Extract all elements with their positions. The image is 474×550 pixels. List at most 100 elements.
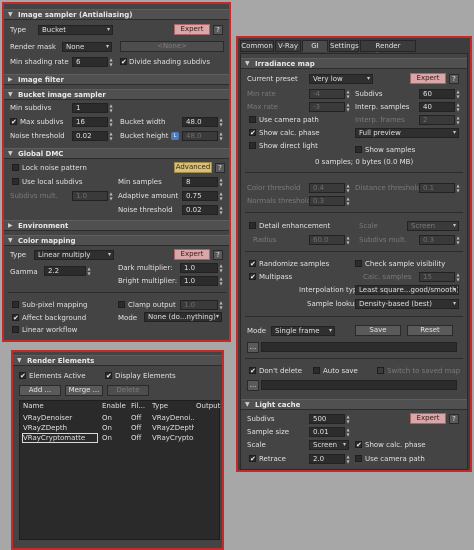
advanced-mode-button[interactable]: Advanced [174,162,212,173]
tab-gi[interactable]: GI [302,40,328,52]
irradiance-mode-dropdown[interactable]: Single frame ▾ [271,326,335,336]
spinner-arrows-icon[interactable]: ▲ ▼ [345,102,351,112]
spinner-arrows-icon[interactable]: ▲ ▼ [86,266,92,276]
dont-delete-checkbox[interactable]: ✔ [249,367,256,375]
use-local-subdivs-checkbox[interactable] [12,178,19,185]
help-button[interactable]: ? [213,250,223,260]
spinner-arrows-icon[interactable]: ▲ ▼ [455,272,461,282]
render-mask-dropdown[interactable]: None ▾ [62,42,112,52]
subdivs-mult-input[interactable]: 1.0 [72,191,108,201]
dmc-noise-threshold-input[interactable]: 0.02 [182,205,218,215]
section-color-mapping[interactable]: ▼ Color mapping [4,235,229,246]
irradiance-subdivs-input[interactable]: 60 [419,89,455,99]
spinner-arrows-icon[interactable]: ▲ ▼ [455,183,461,193]
color-mapping-type-dropdown[interactable]: Linear multiply ▾ [34,250,114,260]
interp-samples-input[interactable]: 40 [419,102,455,112]
column-header-type[interactable]: Type [152,401,194,411]
divide-shading-subdivs-checkbox[interactable]: ✔ [120,58,127,66]
noise-threshold-input[interactable]: 0.02 [72,131,108,141]
min-samples-input[interactable]: 8 [182,177,218,187]
spinner-arrows-icon[interactable]: ▲ ▼ [218,131,224,141]
bucket-width-input[interactable]: 48.0 [182,117,218,127]
elements-active-checkbox[interactable]: ✔ [19,372,26,380]
gamma-input[interactable]: 2.2 [44,266,86,276]
spinner-arrows-icon[interactable]: ▲ ▼ [108,57,114,67]
show-direct-light-checkbox[interactable] [249,142,256,149]
help-button[interactable]: ? [449,414,459,424]
spinner-arrows-icon[interactable]: ▲ ▼ [345,454,351,464]
column-header-filter[interactable]: Fil... [131,401,149,411]
light-cache-show-calc-checkbox[interactable]: ✔ [355,441,362,449]
interpolation-type-dropdown[interactable]: Least square...good/smooth) ▾ [355,285,459,295]
color-threshold-input[interactable]: 0.4 [309,183,345,193]
section-environment[interactable]: ▶ Environment [4,220,229,231]
randomize-samples-checkbox[interactable]: ✔ [249,260,256,268]
delete-element-button[interactable]: Delete [107,385,149,396]
spinner-arrows-icon[interactable]: ▲ ▼ [218,191,224,201]
spinner-arrows-icon[interactable]: ▲ ▼ [345,183,351,193]
section-irradiance-map[interactable]: ▼ Irradiance map [241,58,467,69]
multipass-checkbox[interactable]: ✔ [249,273,256,281]
section-render-elements[interactable]: ▼ Render Elements [13,355,222,366]
interp-frames-input[interactable]: 2 [419,115,455,125]
dark-multiplier-input[interactable]: 1.0 [180,263,218,273]
show-calc-phase-checkbox[interactable]: ✔ [249,129,256,137]
detail-scale-dropdown[interactable]: Screen ▾ [407,221,459,231]
min-subdivs-input[interactable]: 1 [72,103,108,113]
spinner-arrows-icon[interactable]: ▲ ▼ [218,263,224,273]
clamp-output-checkbox[interactable] [118,301,125,308]
section-image-sampler[interactable]: ▼ Image sampler (Antialiasing) [4,9,229,20]
lock-noise-pattern-checkbox[interactable] [12,164,19,171]
show-samples-checkbox[interactable] [355,146,362,153]
preview-mode-dropdown[interactable]: Full preview ▾ [355,128,459,138]
switch-to-saved-map-checkbox[interactable] [377,367,384,374]
sample-lookup-dropdown[interactable]: Density-based (best) ▾ [355,299,459,309]
retrace-input[interactable]: 2.0 [309,454,345,464]
color-mapping-mode-dropdown[interactable]: None (do...nything) ▾ [144,312,222,322]
section-image-filter[interactable]: ▶ Image filter [4,74,229,85]
normals-threshold-input[interactable]: 0.3 [309,196,345,206]
current-preset-dropdown[interactable]: Very low ▾ [309,74,373,84]
clamp-output-input[interactable]: 1.0 [180,300,218,310]
lock-aspect-icon[interactable]: L [171,132,179,140]
spinner-arrows-icon[interactable]: ▲ ▼ [218,276,224,286]
image-sampler-type-dropdown[interactable]: Bucket ▾ [38,25,113,35]
table-row[interactable]: VRayZDepth On Off VRayZDepth [20,423,219,433]
help-button[interactable]: ? [215,163,225,173]
bucket-height-input[interactable]: 48.0 [182,131,218,141]
merge-elements-button[interactable]: Merge ... [65,385,103,396]
help-button[interactable]: ? [449,74,459,84]
affect-background-checkbox[interactable]: ✔ [12,314,19,322]
distance-threshold-input[interactable]: 0.1 [419,183,455,193]
spinner-arrows-icon[interactable]: ▲ ▼ [455,235,461,245]
section-global-dmc[interactable]: ▼ Global DMC [4,148,229,159]
spinner-arrows-icon[interactable]: ▲ ▼ [345,235,351,245]
retrace-checkbox[interactable]: ✔ [249,455,256,463]
column-header-output-path[interactable]: Output Path [196,401,221,411]
column-header-enable[interactable]: Enable [102,401,128,411]
spinner-arrows-icon[interactable]: ▲ ▼ [218,300,224,310]
spinner-arrows-icon[interactable]: ▲ ▼ [455,115,461,125]
light-cache-use-camera-path-checkbox[interactable] [355,455,362,462]
save-map-button[interactable]: Save [355,325,401,336]
browse-map-file-button[interactable]: ... [247,342,259,353]
linear-workflow-checkbox[interactable] [12,326,19,333]
help-button[interactable]: ? [213,25,223,35]
max-subdivs-checkbox[interactable]: ✔ [10,118,17,126]
spinner-arrows-icon[interactable]: ▲ ▼ [108,103,114,113]
sample-size-input[interactable]: 0.01 [309,427,345,437]
expert-mode-button[interactable]: Expert [174,24,210,35]
adaptive-amount-input[interactable]: 0.75 [182,191,218,201]
tab-vray[interactable]: V-Ray [275,40,301,52]
spinner-arrows-icon[interactable]: ▲ ▼ [218,177,224,187]
expert-mode-button[interactable]: Expert [410,413,446,424]
tab-common[interactable]: Common [240,40,274,52]
add-element-button[interactable]: Add ... [19,385,61,396]
auto-save-checkbox[interactable] [313,367,320,374]
light-cache-subdivs-input[interactable]: 500 [309,414,345,424]
light-cache-scale-dropdown[interactable]: Screen ▾ [309,440,349,450]
spinner-arrows-icon[interactable]: ▲ ▼ [345,427,351,437]
max-rate-input[interactable]: -3 [309,102,345,112]
min-shading-rate-input[interactable]: 6 [72,57,108,67]
spinner-arrows-icon[interactable]: ▲ ▼ [218,117,224,127]
